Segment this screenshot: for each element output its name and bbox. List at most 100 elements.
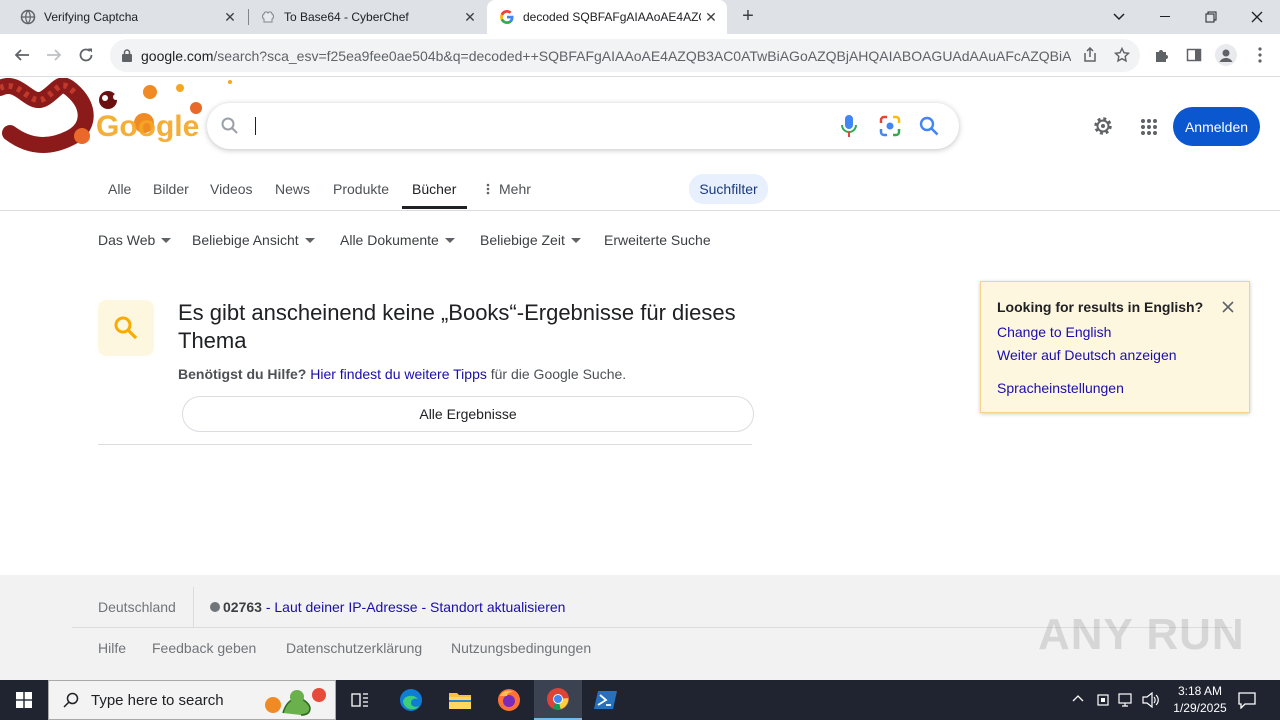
- task-view-icon[interactable]: [336, 680, 384, 720]
- help-prefix: Benötigst du Hilfe?: [178, 366, 307, 382]
- browser-tab-verifying-captcha[interactable]: Verifying Captcha ✕: [8, 0, 246, 34]
- search-input[interactable]: [255, 117, 256, 135]
- close-tab-icon[interactable]: ✕: [460, 7, 480, 27]
- footer-location: 02763 - Laut deiner IP-Adresse - Standor…: [223, 599, 565, 615]
- close-tab-icon[interactable]: ✕: [701, 7, 721, 27]
- results-divider: [98, 444, 752, 445]
- chrome-icon[interactable]: [534, 680, 582, 720]
- extensions-puzzle-icon[interactable]: [1148, 41, 1176, 69]
- close-tab-icon[interactable]: ✕: [220, 7, 240, 27]
- browser-tab-google-search[interactable]: decoded SQBFAFgAIAAoAE4AZQ ✕: [487, 0, 727, 34]
- active-tab-underline: [402, 206, 467, 209]
- url-domain: google.com: [141, 47, 214, 64]
- browser-tab-cyberchef[interactable]: To Base64 - CyberChef ✕: [248, 0, 486, 34]
- tray-chevron-up-icon[interactable]: [1072, 694, 1084, 702]
- update-location-link[interactable]: - Laut deiner IP-Adresse - Standort aktu…: [262, 599, 566, 615]
- language-suggestion-popup: Looking for results in English? Change t…: [980, 281, 1250, 413]
- new-tab-button[interactable]: +: [737, 5, 759, 27]
- file-explorer-icon[interactable]: [436, 680, 484, 720]
- filter-das-web[interactable]: Das Web: [98, 232, 172, 248]
- search-filter-button[interactable]: Suchfilter: [689, 174, 768, 204]
- tab-bilder[interactable]: Bilder: [153, 181, 189, 197]
- footer-link-nutzungsbedingungen[interactable]: Nutzungsbedingungen: [451, 640, 591, 656]
- microphone-icon[interactable]: [841, 114, 857, 138]
- tab-produkte[interactable]: Produkte: [333, 181, 389, 197]
- chef-hat-icon: [262, 11, 274, 23]
- taskbar-search-box[interactable]: Type here to search: [48, 680, 336, 720]
- clock-date: 1/29/2025: [1173, 701, 1227, 715]
- tab-videos[interactable]: Videos: [210, 181, 253, 197]
- magnifier-icon: [114, 316, 138, 340]
- anyrun-watermark: ANY RUN: [1038, 610, 1245, 659]
- filter-dokumente[interactable]: Alle Dokumente: [340, 232, 455, 248]
- sign-in-button[interactable]: Anmelden: [1173, 107, 1260, 146]
- google-lens-icon[interactable]: [879, 115, 901, 137]
- volume-icon[interactable]: [1142, 692, 1160, 708]
- location-dot-icon: [210, 602, 220, 612]
- reload-button[interactable]: [72, 41, 100, 69]
- powershell-icon[interactable]: [582, 680, 630, 720]
- tab-mehr[interactable]: Mehr: [499, 181, 531, 197]
- footer-link-datenschutz[interactable]: Datenschutzerklärung: [286, 640, 422, 656]
- browser-tab-strip: Verifying Captcha ✕ To Base64 - CyberChe…: [0, 0, 1280, 34]
- restore-button[interactable]: [1188, 0, 1234, 34]
- browser-toolbar: google.com/search?sca_esv=f25ea9fee0ae50…: [0, 34, 1280, 77]
- windows-start-button[interactable]: [0, 680, 48, 720]
- tab-news[interactable]: News: [275, 181, 310, 197]
- network-icon[interactable]: [1118, 693, 1136, 707]
- tray-device-icon[interactable]: [1096, 692, 1110, 708]
- google-doodle-logo[interactable]: Google: [0, 78, 240, 158]
- url-text: google.com/search?sca_esv=f25ea9fee0ae50…: [141, 48, 1071, 64]
- dropdown-caret-icon: [570, 237, 581, 243]
- notification-icon[interactable]: [1238, 691, 1256, 709]
- minimize-button[interactable]: [1142, 0, 1188, 34]
- help-suffix: für die Google Suche.: [490, 366, 627, 382]
- bookmark-star-icon[interactable]: [1108, 41, 1136, 69]
- url-path: /search?sca_esv=f25ea9fee0ae504b&q=decod…: [213, 47, 1071, 64]
- side-panel-icon[interactable]: [1180, 41, 1208, 69]
- filter-zeit[interactable]: Beliebige Zeit: [480, 232, 581, 248]
- advanced-search-link[interactable]: Erweiterte Suche: [604, 232, 711, 248]
- address-bar[interactable]: google.com/search?sca_esv=f25ea9fee0ae50…: [110, 39, 1140, 72]
- arrow-right-icon: [47, 49, 62, 61]
- more-vertical-dots-icon: [486, 183, 490, 195]
- filter-ansicht[interactable]: Beliebige Ansicht: [192, 232, 315, 248]
- filter-label: Das Web: [98, 232, 156, 248]
- tab-buecher[interactable]: Bücher: [412, 181, 456, 197]
- tab-search-chevron-icon[interactable]: [1096, 0, 1142, 34]
- footer-link-hilfe[interactable]: Hilfe: [98, 640, 126, 656]
- search-icon: [221, 117, 238, 134]
- all-results-button[interactable]: Alle Ergebnisse: [182, 396, 754, 432]
- google-header: Google Anmelden Alle Bilder Videos News …: [0, 78, 1280, 210]
- firefox-icon[interactable]: [485, 680, 533, 720]
- continue-in-german-link[interactable]: Weiter auf Deutsch anzeigen: [997, 347, 1177, 363]
- tab-alle[interactable]: Alle: [108, 181, 131, 197]
- search-box[interactable]: [207, 103, 959, 149]
- close-window-button[interactable]: [1234, 0, 1280, 34]
- google-apps-grid-icon[interactable]: [1140, 118, 1158, 136]
- lock-icon: [122, 49, 132, 62]
- arrow-left-icon: [14, 49, 29, 61]
- change-to-english-link[interactable]: Change to English: [997, 324, 1111, 340]
- help-line: Benötigst du Hilfe? Hier findest du weit…: [178, 366, 626, 382]
- language-popup-title: Looking for results in English?: [997, 299, 1204, 315]
- footer-link-feedback[interactable]: Feedback geben: [152, 640, 256, 656]
- filter-label: Beliebige Ansicht: [192, 232, 299, 248]
- profile-avatar-icon[interactable]: [1212, 41, 1240, 69]
- language-settings-link[interactable]: Spracheinstellungen: [997, 380, 1124, 396]
- clock-time: 3:18 AM: [1177, 684, 1223, 698]
- browser-menu-icon[interactable]: [1246, 41, 1274, 69]
- close-icon[interactable]: [1218, 297, 1238, 317]
- footer-divider: [193, 587, 194, 627]
- taskbar-clock[interactable]: 3:18 AM 1/29/2025: [1160, 683, 1240, 717]
- back-button[interactable]: [8, 41, 36, 69]
- footer-zip: 02763: [223, 599, 262, 615]
- windows-logo-icon: [16, 692, 32, 708]
- share-icon[interactable]: [1076, 41, 1104, 69]
- search-submit-icon[interactable]: [919, 116, 939, 136]
- edge-browser-icon[interactable]: [387, 680, 435, 720]
- svg-text:Google: Google: [96, 110, 199, 143]
- help-tips-link[interactable]: Hier findest du weitere Tipps: [310, 366, 487, 382]
- forward-button[interactable]: [40, 41, 68, 69]
- settings-gear-icon[interactable]: [1092, 115, 1114, 137]
